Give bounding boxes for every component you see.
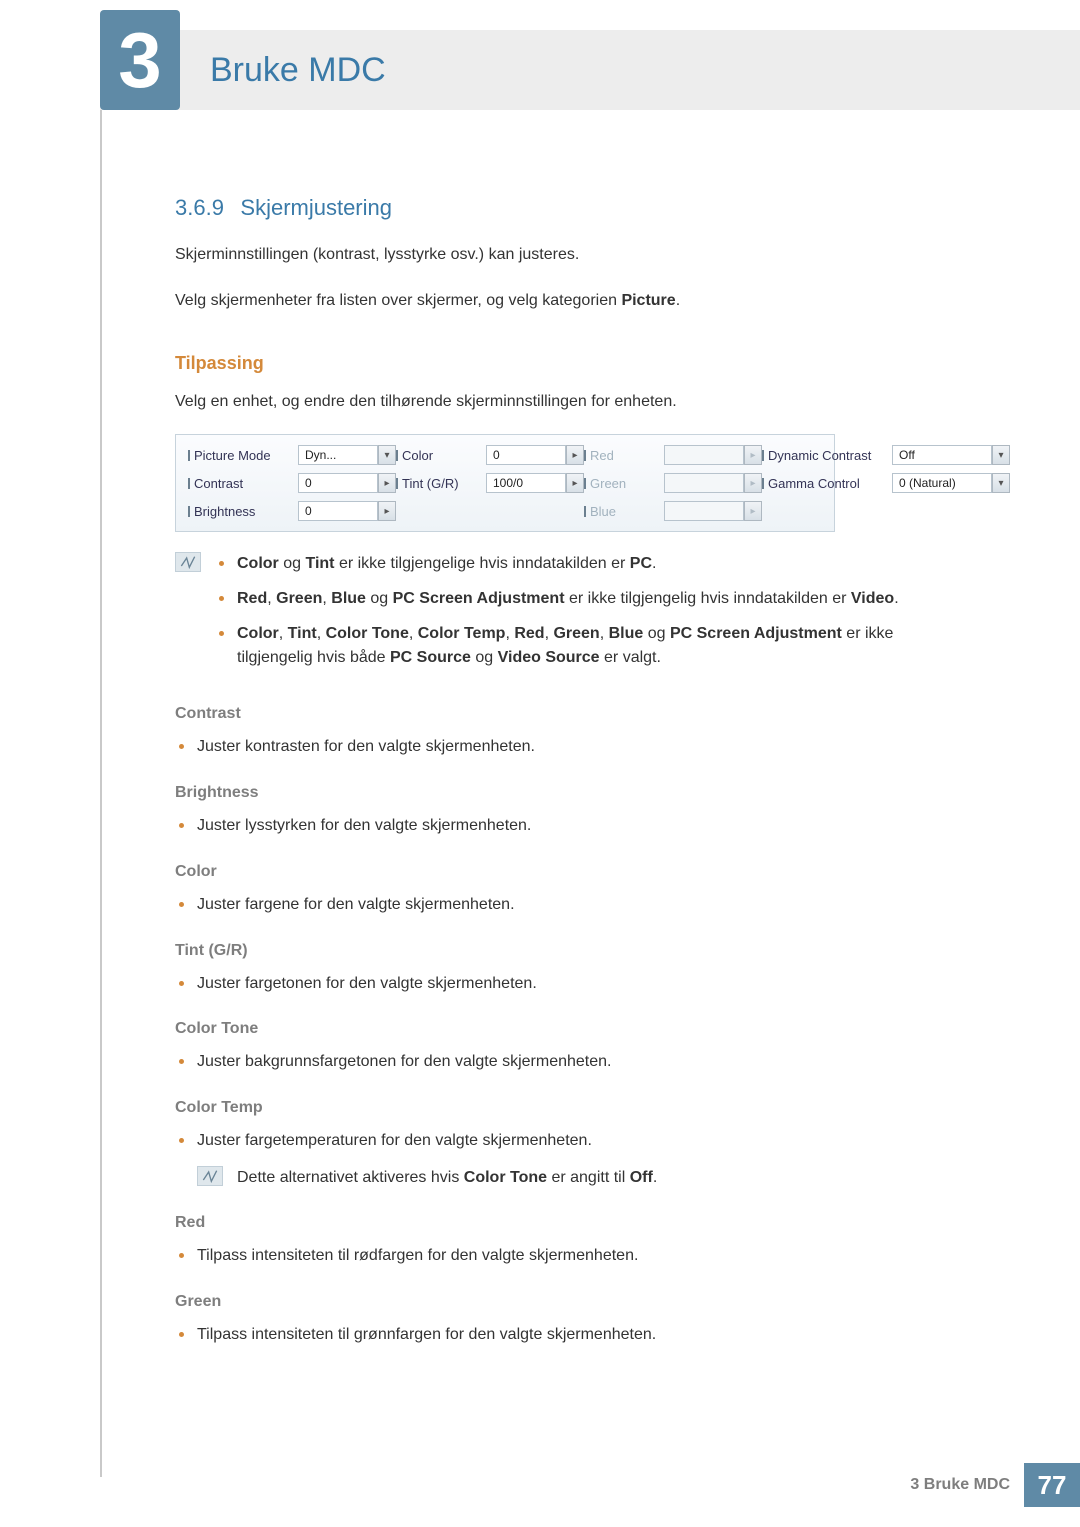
- item-heading-color: Color: [175, 863, 960, 881]
- label-green: Green: [584, 476, 664, 491]
- item-text: Juster fargetonen for den valgte skjerme…: [175, 972, 960, 997]
- chevron-down-icon[interactable]: ▾: [992, 473, 1010, 493]
- chevron-right-icon: ▸: [744, 473, 762, 493]
- intro-p2: Velg skjermenheter fra listen over skjer…: [175, 289, 960, 313]
- item-text: Juster bakgrunnsfargetonen for den valgt…: [175, 1050, 960, 1075]
- chevron-right-icon: ▸: [744, 445, 762, 465]
- content-area: 3.6.9 Skjermjustering Skjerminnstillinge…: [175, 195, 960, 1358]
- section-title: Skjermjustering: [240, 195, 392, 220]
- chevron-right-icon[interactable]: ▸: [566, 473, 584, 493]
- item-heading-colortemp: Color Temp: [175, 1099, 960, 1117]
- chevron-down-icon[interactable]: ▾: [992, 445, 1010, 465]
- note-list: Color og Tint er ikke tilgjengelige hvis…: [215, 552, 960, 681]
- note-icon: [197, 1166, 223, 1186]
- note-icon: [175, 552, 201, 572]
- label-picture-mode: Picture Mode: [188, 448, 298, 463]
- item-text: Juster fargetemperaturen for den valgte …: [175, 1129, 960, 1154]
- field-tint[interactable]: 100/0: [486, 473, 566, 493]
- item-text: Tilpass intensiteten til grønnfargen for…: [175, 1323, 960, 1348]
- item-heading-colortone: Color Tone: [175, 1020, 960, 1038]
- field-red: [664, 445, 744, 465]
- header-bar: Bruke MDC: [100, 30, 1080, 110]
- chevron-right-icon[interactable]: ▸: [378, 473, 396, 493]
- label-tint: Tint (G/R): [396, 476, 486, 491]
- note-item: Color og Tint er ikke tilgjengelige hvis…: [215, 552, 960, 577]
- item-heading-red: Red: [175, 1214, 960, 1232]
- note-item: Red, Green, Blue og PC Screen Adjustment…: [215, 587, 960, 612]
- section-heading: 3.6.9 Skjermjustering: [175, 195, 960, 221]
- item-heading-tint: Tint (G/R): [175, 942, 960, 960]
- field-picture-mode[interactable]: Dyn...: [298, 445, 378, 465]
- item-text: Juster lysstyrken for den valgte skjerme…: [175, 814, 960, 839]
- label-color: Color: [396, 448, 486, 463]
- field-contrast[interactable]: 0: [298, 473, 378, 493]
- label-blue: Blue: [584, 504, 664, 519]
- chevron-down-icon[interactable]: ▾: [378, 445, 396, 465]
- tilpassing-text: Velg en enhet, og endre den tilhørende s…: [175, 390, 960, 414]
- field-green: [664, 473, 744, 493]
- field-gamma[interactable]: 0 (Natural): [892, 473, 992, 493]
- footer-page-number: 77: [1024, 1463, 1080, 1507]
- field-dynamic-contrast[interactable]: Off: [892, 445, 992, 465]
- colortemp-note-text: Dette alternativet aktiveres hvis Color …: [237, 1166, 657, 1190]
- colortemp-note: Dette alternativet aktiveres hvis Color …: [197, 1166, 960, 1190]
- item-text: Tilpass intensiteten til rødfargen for d…: [175, 1244, 960, 1269]
- item-text: Juster fargene for den valgte skjermenhe…: [175, 893, 960, 918]
- item-heading-green: Green: [175, 1293, 960, 1311]
- field-brightness[interactable]: 0: [298, 501, 378, 521]
- note-block: Color og Tint er ikke tilgjengelige hvis…: [175, 552, 960, 681]
- note-item: Color, Tint, Color Tone, Color Temp, Red…: [215, 622, 960, 672]
- footer: 3 Bruke MDC 77: [910, 1463, 1080, 1507]
- tilpassing-heading: Tilpassing: [175, 353, 960, 374]
- left-rule: [100, 30, 102, 1477]
- label-contrast: Contrast: [188, 476, 298, 491]
- item-text: Juster kontrasten for den valgte skjerme…: [175, 735, 960, 760]
- item-heading-contrast: Contrast: [175, 705, 960, 723]
- chevron-right-icon: ▸: [744, 501, 762, 521]
- label-gamma: Gamma Control: [762, 476, 892, 491]
- settings-panel: Picture Mode Dyn... ▾ Color 0 ▸ Red ▸ Dy…: [175, 434, 835, 532]
- chapter-number-badge: 3: [100, 10, 180, 110]
- footer-label: 3 Bruke MDC: [910, 1476, 1010, 1494]
- field-color[interactable]: 0: [486, 445, 566, 465]
- section-number: 3.6.9: [175, 195, 224, 220]
- chevron-right-icon[interactable]: ▸: [566, 445, 584, 465]
- intro-p1: Skjerminnstillingen (kontrast, lysstyrke…: [175, 243, 960, 267]
- label-red: Red: [584, 448, 664, 463]
- label-dynamic-contrast: Dynamic Contrast: [762, 448, 892, 463]
- label-brightness: Brightness: [188, 504, 298, 519]
- chevron-right-icon[interactable]: ▸: [378, 501, 396, 521]
- item-heading-brightness: Brightness: [175, 784, 960, 802]
- field-blue: [664, 501, 744, 521]
- chapter-title: Bruke MDC: [210, 51, 386, 90]
